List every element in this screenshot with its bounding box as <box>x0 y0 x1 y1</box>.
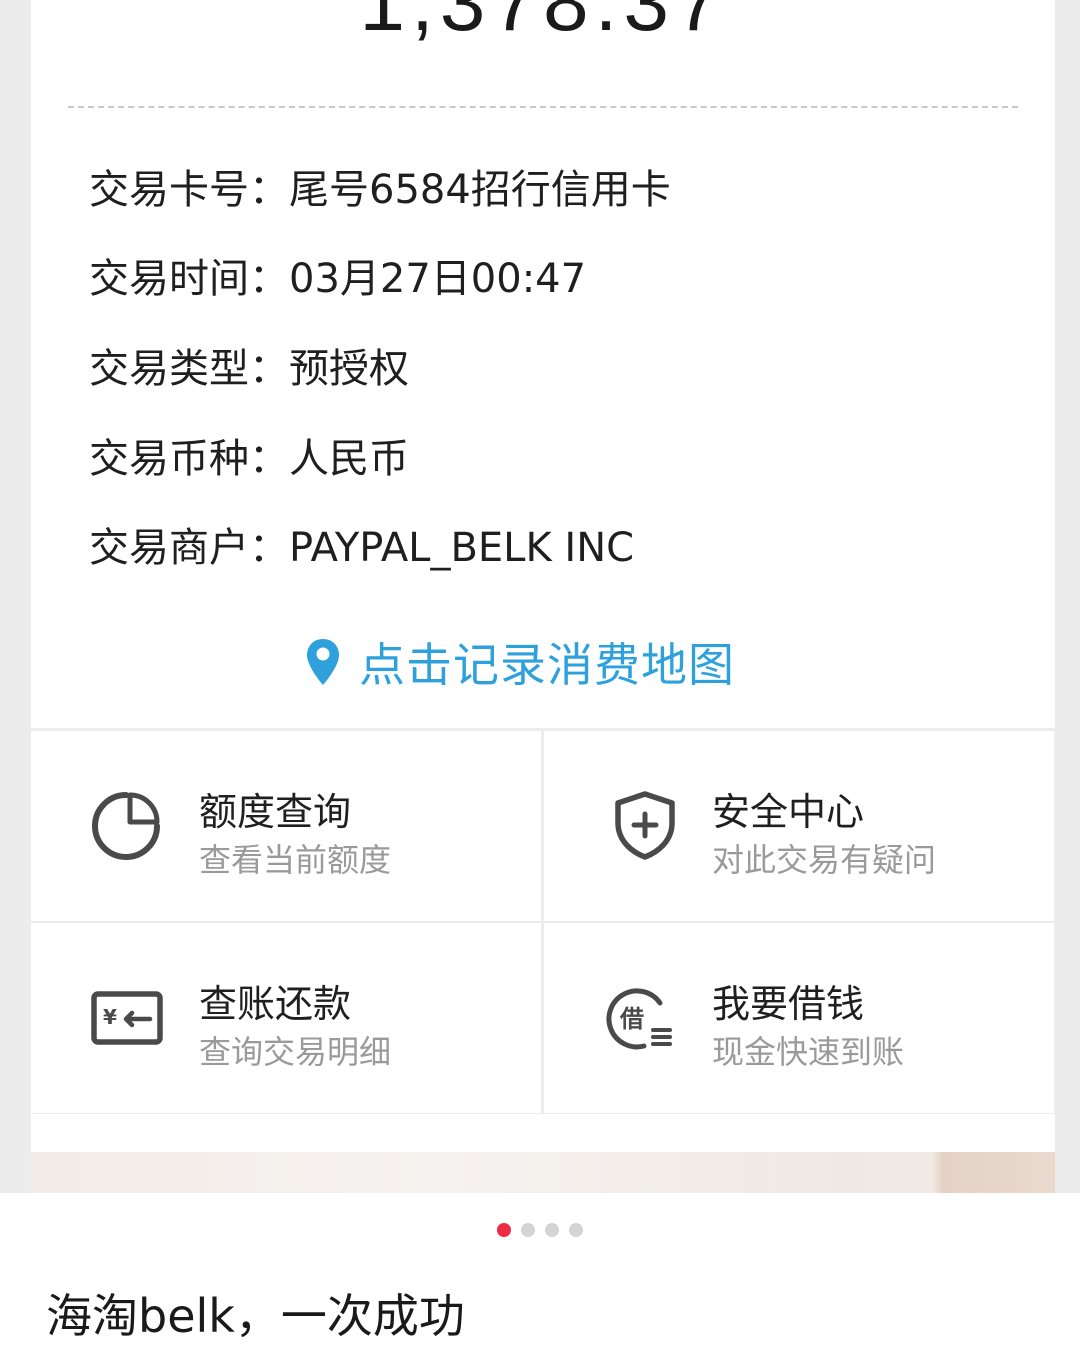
detail-colon: ： <box>249 436 289 482</box>
service-title: 安全中心 <box>712 790 865 834</box>
detail-row-type: 交易类型：预授权 <box>89 345 409 393</box>
carousel-dot-3[interactable] <box>545 1223 559 1237</box>
service-tile-borrow-money[interactable]: 借 我要借钱 现金快速到账 <box>544 923 1054 1113</box>
carousel-dot-1[interactable] <box>497 1223 511 1237</box>
detail-colon: ： <box>249 525 289 571</box>
service-tile-credit-limit[interactable]: 额度查询 查看当前额度 <box>31 731 541 921</box>
service-title: 我要借钱 <box>712 982 865 1026</box>
consumption-map-link[interactable]: 点击记录消费地图 <box>305 630 735 694</box>
detail-row-card: 交易卡号：尾号6584招行信用卡 <box>89 166 671 214</box>
detail-row-time: 交易时间：03月27日00:47 <box>89 255 586 303</box>
detail-value: 预授权 <box>289 346 409 392</box>
service-subtitle: 查看当前额度 <box>199 841 392 879</box>
shield-plus-icon <box>615 791 675 860</box>
service-title: 查账还款 <box>199 982 352 1026</box>
pie-chart-icon <box>92 792 160 860</box>
detail-colon: ： <box>249 256 289 302</box>
detail-label: 交易类型 <box>89 346 249 392</box>
detail-value: 尾号6584招行信用卡 <box>289 167 671 213</box>
dashed-divider <box>68 106 1018 108</box>
svg-text:¥: ¥ <box>103 1005 117 1029</box>
service-tile-bill-repayment[interactable]: ¥ 查账还款 查询交易明细 <box>31 923 541 1113</box>
service-subtitle: 对此交易有疑问 <box>712 841 937 879</box>
detail-colon: ： <box>249 167 289 213</box>
detail-value: 人民币 <box>289 436 409 482</box>
transaction-card: 1,378.37 交易卡号：尾号6584招行信用卡 交易时间：03月27日00:… <box>31 0 1055 728</box>
carousel-dot-2[interactable] <box>521 1223 535 1237</box>
transaction-amount: 1,378.37 <box>359 0 727 48</box>
service-subtitle: 现金快速到账 <box>712 1033 905 1071</box>
detail-row-currency: 交易币种：人民币 <box>89 435 409 483</box>
screenshot-image: 1,378.37 交易卡号：尾号6584招行信用卡 交易时间：03月27日00:… <box>0 0 1080 1193</box>
detail-value: PAYPAL_BELK INC <box>289 525 635 571</box>
detail-row-merchant: 交易商户：PAYPAL_BELK INC <box>89 524 634 572</box>
map-link-label: 点击记录消费地图 <box>359 638 735 692</box>
promo-banner[interactable] <box>31 1152 1055 1193</box>
location-pin-icon <box>307 639 339 685</box>
service-title: 额度查询 <box>199 790 352 834</box>
detail-label: 交易币种 <box>89 436 249 482</box>
detail-label: 交易时间 <box>89 256 249 302</box>
post-caption: 海淘belk，一次成功 <box>46 1289 465 1343</box>
detail-colon: ： <box>249 346 289 392</box>
service-tile-security-center[interactable]: 安全中心 对此交易有疑问 <box>544 731 1054 921</box>
borrow-icon: 借 <box>606 988 672 1050</box>
detail-value: 03月27日00:47 <box>289 256 587 302</box>
detail-label: 交易卡号 <box>89 167 249 213</box>
bill-card-icon: ¥ <box>91 991 163 1045</box>
carousel-indicator <box>0 1223 1080 1237</box>
carousel-dot-4[interactable] <box>569 1223 583 1237</box>
detail-label: 交易商户 <box>89 525 249 571</box>
service-subtitle: 查询交易明细 <box>199 1033 392 1071</box>
svg-text:借: 借 <box>619 1005 644 1033</box>
